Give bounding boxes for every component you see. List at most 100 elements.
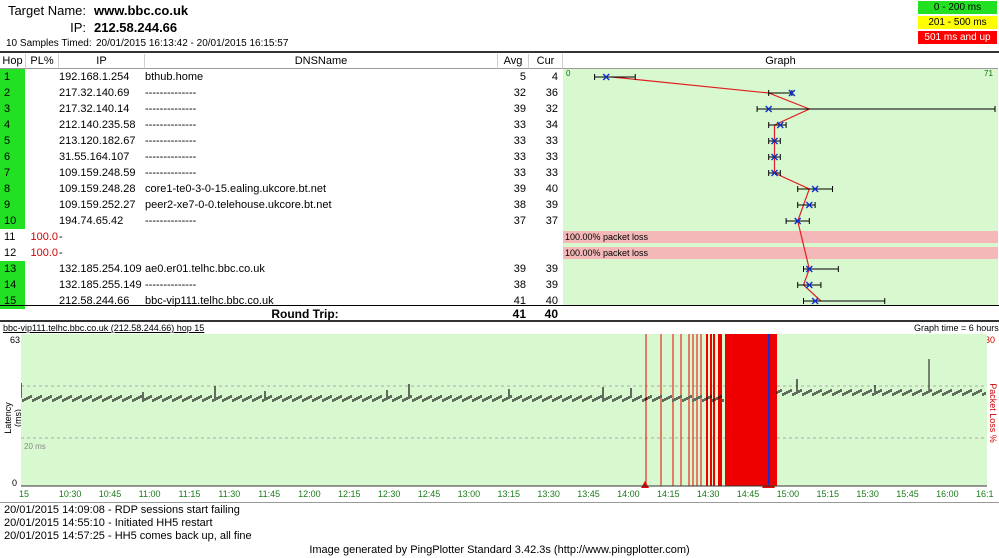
time-tick-label: 13:15 [497,489,521,499]
cur-latency: 39 [545,199,558,211]
hop-number: 7 [0,165,25,181]
ip-address: 212.140.235.58 [59,119,136,131]
cur-latency: 4 [551,71,558,83]
table-row[interactable]: 13 132.185.254.109 ae0.er01.telhc.bbc.co.u… [0,261,563,277]
graph-time-label[interactable]: Graph time = 6 hours [914,323,999,333]
target-name-label: Target Name: [7,3,86,18]
event-note: 20/01/2015 14:09:08 - RDP sessions start… [4,504,240,516]
time-tick-label: 12:00 [298,489,321,499]
latency-trace [21,379,986,402]
event-note: 20/01/2015 14:55:10 - Initiated HH5 rest… [4,517,213,529]
hop-number: 8 [0,181,25,197]
legend-item: 0 - 200 ms [918,1,997,14]
time-tick-label: 15:30 [856,489,879,499]
ip-address: 132.185.255.149 [59,279,142,291]
packet-loss-value [26,277,58,293]
packet-loss-value [26,101,58,117]
packet-loss-value [26,149,58,165]
ip-address: 109.159.248.59 [59,167,136,179]
avg-latency: 39 [513,263,526,275]
time-tick-label: 16:00 [936,489,959,499]
cur-latency: 33 [545,167,558,179]
time-tick-label: 11:00 [138,489,161,499]
table-row[interactable]: 5 213.120.182.67 -------------- 33 33 [0,133,563,149]
ip-address: 217.32.140.14 [59,103,130,115]
table-row[interactable]: 6 31.55.164.107 -------------- 33 33 [0,149,563,165]
table-row[interactable]: 9 109.159.252.27 peer2-xe7-0-0.telehouse.u… [0,197,563,213]
dns-name: bthub.home [145,71,204,83]
hop-latency-graph [594,73,996,305]
dns-name: -------------- [145,167,197,179]
hop-number: 2 [0,85,25,101]
ip-address: 132.185.254.109 [59,263,142,275]
ip-address: - [59,247,63,259]
table-row[interactable]: 3 217.32.140.14 -------------- 39 32 [0,101,563,117]
table-row[interactable]: 12 100.0- [0,245,563,261]
cur-latency: 33 [545,151,558,163]
timeline-separator [0,320,999,322]
avg-latency: 39 [513,183,526,195]
ip-address: - [59,231,63,243]
time-tick-label: 11:30 [218,489,241,499]
table-row[interactable]: 11 100.0- [0,229,563,245]
roundtrip-rule [0,305,999,306]
dns-name [145,245,495,261]
round-trip-avg: 41 [512,307,526,321]
hop-number: 12 [4,247,17,259]
hop-number: 9 [0,197,25,213]
dns-name: peer2-xe7-0-0.telehouse.ukcore.bt.net [145,199,332,211]
table-row[interactable]: 7 109.159.248.59 -------------- 33 33 [0,165,563,181]
time-tick-label: 12:45 [417,489,441,499]
col-cur[interactable]: Cur [529,54,563,69]
ip-address: 212.58.244.66 [59,295,130,307]
packet-loss-value [26,293,58,309]
target-name-value[interactable]: www.bbc.co.uk [94,3,188,18]
table-row[interactable]: 1 192.168.1.254 bthub.home 5 4 [0,69,563,85]
avg-latency [498,229,526,245]
avg-latency: 39 [513,103,526,115]
col-avg[interactable]: Avg [498,54,529,69]
cur-latency: 34 [545,119,558,131]
dns-name: ae0.er01.telhc.bbc.co.uk [145,263,265,275]
event-note: 20/01/2015 14:57:25 - HH5 comes back up,… [4,530,252,542]
time-tick-label: 16:1 [976,489,994,499]
notes-rule [0,502,999,503]
right-axis-label: Packet Loss % [988,383,998,443]
cur-latency: 36 [545,87,558,99]
table-row[interactable]: 2 217.32.140.69 -------------- 32 36 [0,85,563,101]
avg-latency-line [611,76,822,302]
packet-loss-value [26,133,58,149]
cur-latency: 39 [545,279,558,291]
ip-address: 31.55.164.107 [59,151,130,163]
cur-latency: 37 [545,215,558,227]
samples-label: 10 Samples Timed: [6,38,92,49]
cur-latency: 32 [545,103,558,115]
cur-latency: 39 [545,263,558,275]
hop-number: 5 [0,133,25,149]
time-tick-label: 15:45 [896,489,919,499]
time-tick-label: 15:15 [816,489,840,499]
cur-latency: 33 [545,135,558,147]
table-row[interactable]: 14 132.185.255.149 -------------- 38 39 [0,277,563,293]
time-tick-label: 14:00 [617,489,640,499]
timeline-title[interactable]: bbc-vip111.telhc.bbc.co.uk (212.58.244.6… [3,323,204,333]
col-graph[interactable]: Graph [563,54,998,69]
avg-latency: 33 [513,119,526,131]
table-row[interactable]: 10 194.74.65.42 -------------- 37 37 [0,213,563,229]
col-dns[interactable]: DNSName [145,54,498,69]
timeline-chart[interactable] [21,334,987,488]
ip-address: 217.32.140.69 [59,87,130,99]
hop-number: 14 [0,277,25,293]
packet-loss-value: 100.0 [30,247,58,259]
table-row[interactable]: 8 109.159.248.28 core1-te0-3-0-15.ealing.u… [0,181,563,197]
avg-latency [498,245,526,261]
avg-latency: 33 [513,135,526,147]
col-pl[interactable]: PL% [26,54,59,69]
dns-name: -------------- [145,103,197,115]
col-hop[interactable]: Hop [0,54,26,69]
header-separator [0,51,999,53]
packet-loss-value: 100.0 [30,231,58,243]
col-ip[interactable]: IP [59,54,145,69]
table-row[interactable]: 4 212.140.235.58 -------------- 33 34 [0,117,563,133]
avg-latency: 38 [513,279,526,291]
